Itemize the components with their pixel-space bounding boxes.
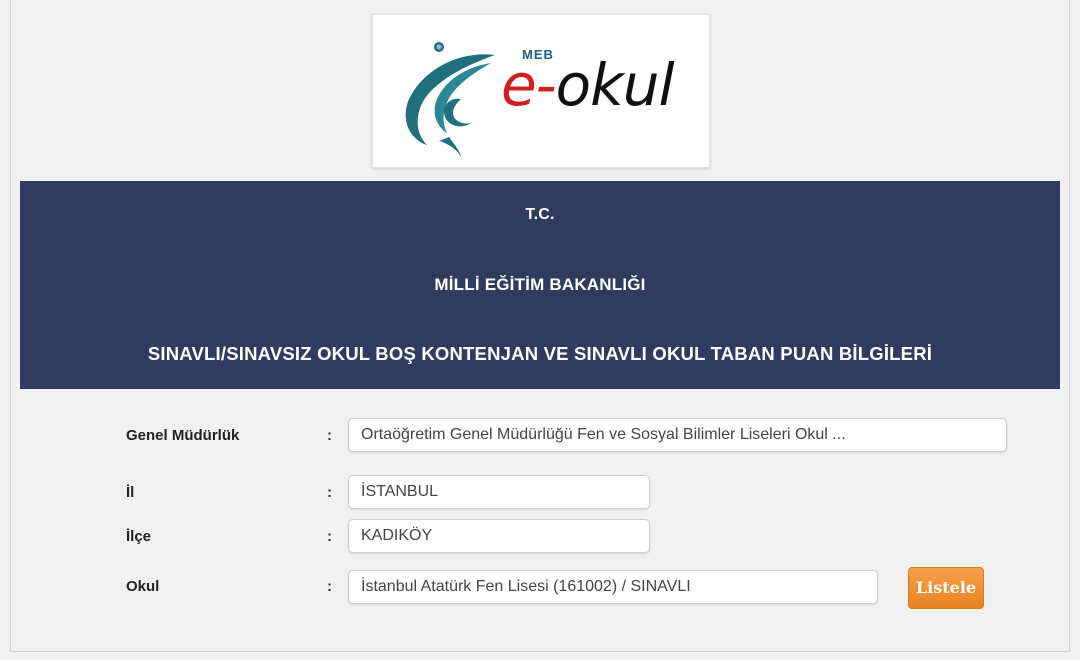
frame-border-left — [10, 0, 11, 652]
banner-line-title: SINAVLI/SINAVSIZ OKUL BOŞ KONTENJAN VE S… — [147, 343, 933, 364]
ministry-banner: T.C. MİLLİ EĞİTİM BAKANLIĞI SINAVLI/SINA… — [20, 181, 1060, 389]
eokul-swoosh-icon — [405, 42, 495, 157]
listele-button[interactable]: Listele — [908, 567, 984, 609]
genel-mudurluk-colon: : — [327, 427, 332, 444]
eokul-wordmark-main: okul — [555, 51, 675, 119]
okul-select[interactable]: İstanbul Atatürk Fen Lisesi (161002) / S… — [348, 570, 878, 604]
banner-line-tc: T.C. — [525, 206, 555, 223]
eokul-logo: MEB e-okul — [372, 14, 710, 168]
banner-line-ministry: MİLLİ EĞİTİM BAKANLIĞI — [434, 275, 646, 294]
genel-mudurluk-label: Genel Müdürlük — [126, 427, 240, 444]
ilce-label: İlçe — [126, 528, 152, 545]
eokul-wordmark-prefix: e- — [501, 51, 557, 119]
frame-border-right — [1069, 0, 1070, 652]
okul-label: Okul — [126, 578, 160, 595]
eokul-wordmark: e-okul — [501, 51, 675, 119]
il-label: İl — [126, 484, 135, 501]
frame-border-bottom — [10, 651, 1070, 652]
genel-mudurluk-select[interactable]: Ortaöğretim Genel Müdürlüğü Fen ve Sosya… — [348, 418, 1007, 452]
il-select[interactable]: İSTANBUL — [348, 475, 650, 509]
okul-colon: : — [327, 578, 332, 595]
ilce-colon: : — [327, 528, 332, 545]
ilce-select[interactable]: KADIKÖY — [348, 519, 650, 553]
il-colon: : — [327, 484, 332, 501]
page: MEB e-okul T.C. MİLLİ EĞİTİM BAKANLIĞI S… — [0, 0, 1080, 660]
